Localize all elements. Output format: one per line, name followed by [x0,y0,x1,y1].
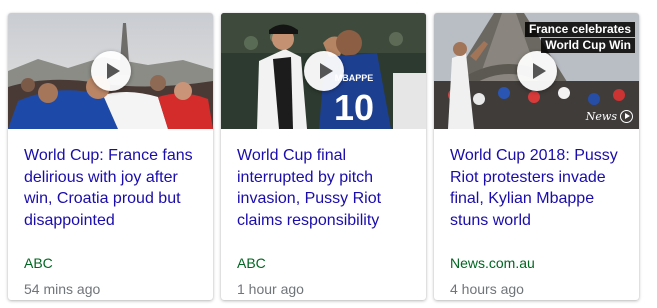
watermark-label: News [585,110,617,123]
news-watermark: News [586,110,633,123]
news-card[interactable]: World Cup: France fans delirious with jo… [8,13,213,300]
news-card[interactable]: MBAPPE 10 World Cup final interrupted by… [221,13,426,300]
video-thumbnail[interactable]: MBAPPE 10 [221,13,426,129]
watermark-play-icon [620,110,633,123]
video-thumbnail[interactable] [8,13,213,129]
play-icon[interactable] [516,51,557,91]
timestamp: 54 mins ago [24,281,101,297]
timestamp: 4 hours ago [450,281,524,297]
source-label: News.com.au [450,255,535,271]
video-caption-line2: World Cup Win [541,38,635,53]
video-caption-line1: France celebrates [524,22,635,37]
source-label: ABC [237,255,266,271]
play-icon[interactable] [90,51,131,91]
headline-link[interactable]: World Cup 2018: Pussy Riot protesters in… [450,145,628,232]
video-thumbnail[interactable]: France celebrates World Cup Win News [434,13,639,129]
play-icon[interactable] [303,51,344,91]
jersey-number: 10 [334,87,374,128]
headline-link[interactable]: World Cup: France fans delirious with jo… [24,145,202,232]
headline-link[interactable]: World Cup final interrupted by pitch inv… [237,145,415,232]
source-label: ABC [24,255,53,271]
timestamp: 1 hour ago [237,281,304,297]
news-card[interactable]: France celebrates World Cup Win News Wor… [434,13,639,300]
